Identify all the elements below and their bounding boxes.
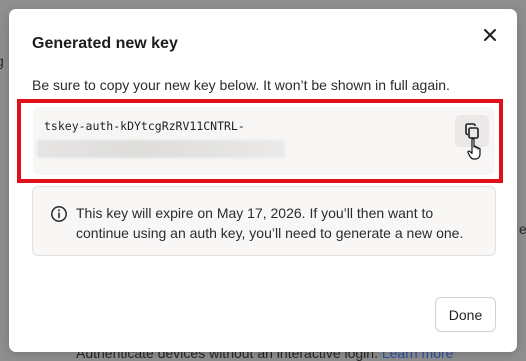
close-icon [484,29,496,41]
expiry-notice-text: This key will expire on May 17, 2026. If… [76,205,464,241]
dialog-description: Be sure to copy your new key below. It w… [32,77,450,93]
background-text-fragment: e [519,221,526,237]
hand-pointer-cursor-icon [467,138,481,160]
auth-key-value[interactable]: tskey-auth-kDYtcgRzRV11CNTRL- [44,119,245,133]
done-button[interactable]: Done [435,297,496,332]
expiry-notice: This key will expire on May 17, 2026. If… [32,186,496,256]
auth-key-redacted [37,140,285,158]
generated-key-dialog: Generated new key Be sure to copy your n… [9,9,517,352]
background-text-fragment: g [0,53,4,69]
close-button[interactable] [479,24,501,46]
auth-key-box: tskey-auth-kDYtcgRzRV11CNTRL- [33,107,495,175]
dialog-title: Generated new key [32,35,178,52]
info-icon [51,206,67,222]
